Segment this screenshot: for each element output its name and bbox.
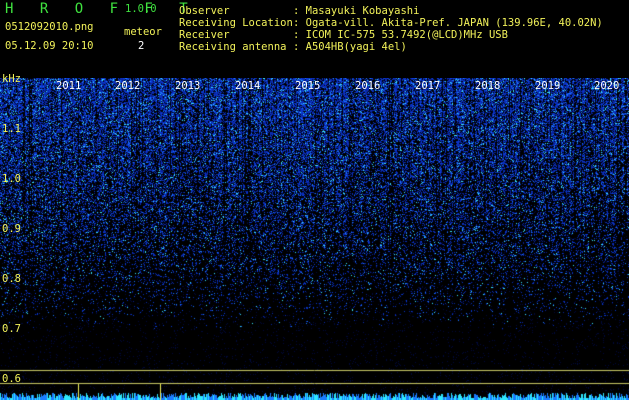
observer-value: : Masayuki Kobayashi [293,5,420,17]
app-version: 1.0.0 [125,3,157,15]
y-tick-0.9: 0.9 [2,223,21,235]
y-tick-0.6: 0.6 [2,373,21,385]
y-tick-1.1: 1.1 [2,123,21,135]
year-label-2013: 2013 [175,80,201,92]
location-value: : Ogata-vill. Akita-Pref. JAPAN (139.96E… [293,17,603,29]
year-label-2016: 2016 [355,80,381,92]
spectrogram-canvas [0,78,629,400]
receiver-label: Receiver [179,29,230,41]
year-label-2019: 2019 [535,80,561,92]
year-label-2011: 2011 [56,80,82,92]
year-label-2012: 2012 [115,80,141,92]
count-label: 2 [138,40,145,52]
antenna-label: Receiving antenna [179,41,287,53]
year-label-2017: 2017 [415,80,441,92]
receiver-value: : ICOM IC-575 53.7492(@LCD)MHz USB [293,29,508,41]
datetime-label: 05.12.09 20:10 [5,40,94,52]
location-label: Receiving Location [179,17,293,29]
year-label-2020: 2020 [594,80,620,92]
app-title: H R O F F T [5,1,197,17]
y-axis-unit: kHz [2,73,21,85]
observer-label: Observer [179,5,230,17]
y-tick-1.0: 1.0 [2,173,21,185]
mode-label: meteor [124,26,162,38]
year-label-2015: 2015 [295,80,321,92]
antenna-value: : A504HB(yagi 4el) [293,41,407,53]
year-label-2018: 2018 [475,80,501,92]
y-tick-0.7: 0.7 [2,323,21,335]
year-label-2014: 2014 [235,80,261,92]
filename-label: 0512092010.png [5,21,94,33]
y-tick-0.8: 0.8 [2,273,21,285]
